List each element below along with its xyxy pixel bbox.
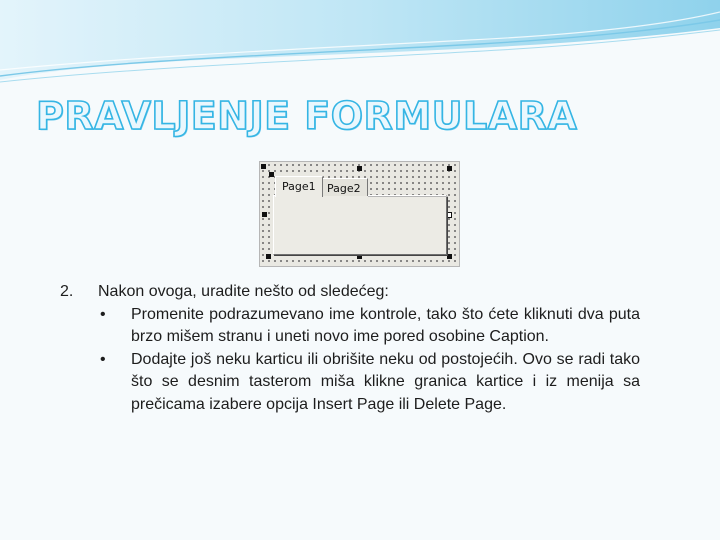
list-item: • Dodajte još neku karticu ili obrišite … <box>98 349 640 417</box>
multipage-control[interactable]: Page1 Page2 <box>271 176 448 255</box>
step-text: Nakon ovoga, uradite nešto od sledećeg: <box>98 283 389 300</box>
tab-strip-line <box>368 196 448 197</box>
multipage-page-area[interactable] <box>273 195 447 255</box>
bullet-text: Dodajte još neku karticu ili obrišite ne… <box>131 350 640 413</box>
list-item: • Promenite podrazumevano ime kontrole, … <box>98 304 640 349</box>
slide-title: PRAVLJENJE FORMULARA <box>35 93 578 139</box>
bullet-list: • Promenite podrazumevano ime kontrole, … <box>60 304 640 417</box>
bullet-icon: • <box>100 305 106 323</box>
tab-page1[interactable]: Page1 <box>275 176 323 197</box>
bullet-icon: • <box>100 350 106 368</box>
tab-page2[interactable]: Page2 <box>320 178 368 196</box>
header-wave-decoration <box>0 0 720 83</box>
step-row: 2. Nakon ovoga, uradite nešto od sledeće… <box>60 281 640 304</box>
step-number: 2. <box>60 283 74 300</box>
selection-handle-top-left-outer[interactable] <box>261 164 266 169</box>
bullet-text: Promenite podrazumevano ime kontrole, ta… <box>131 305 640 346</box>
selection-handle-top-right[interactable] <box>447 166 452 171</box>
selection-handle-mid-left[interactable] <box>262 212 267 217</box>
instruction-content: 2. Nakon ovoga, uradite nešto od sledeće… <box>60 281 640 416</box>
selection-handle-top-mid[interactable] <box>357 166 362 171</box>
